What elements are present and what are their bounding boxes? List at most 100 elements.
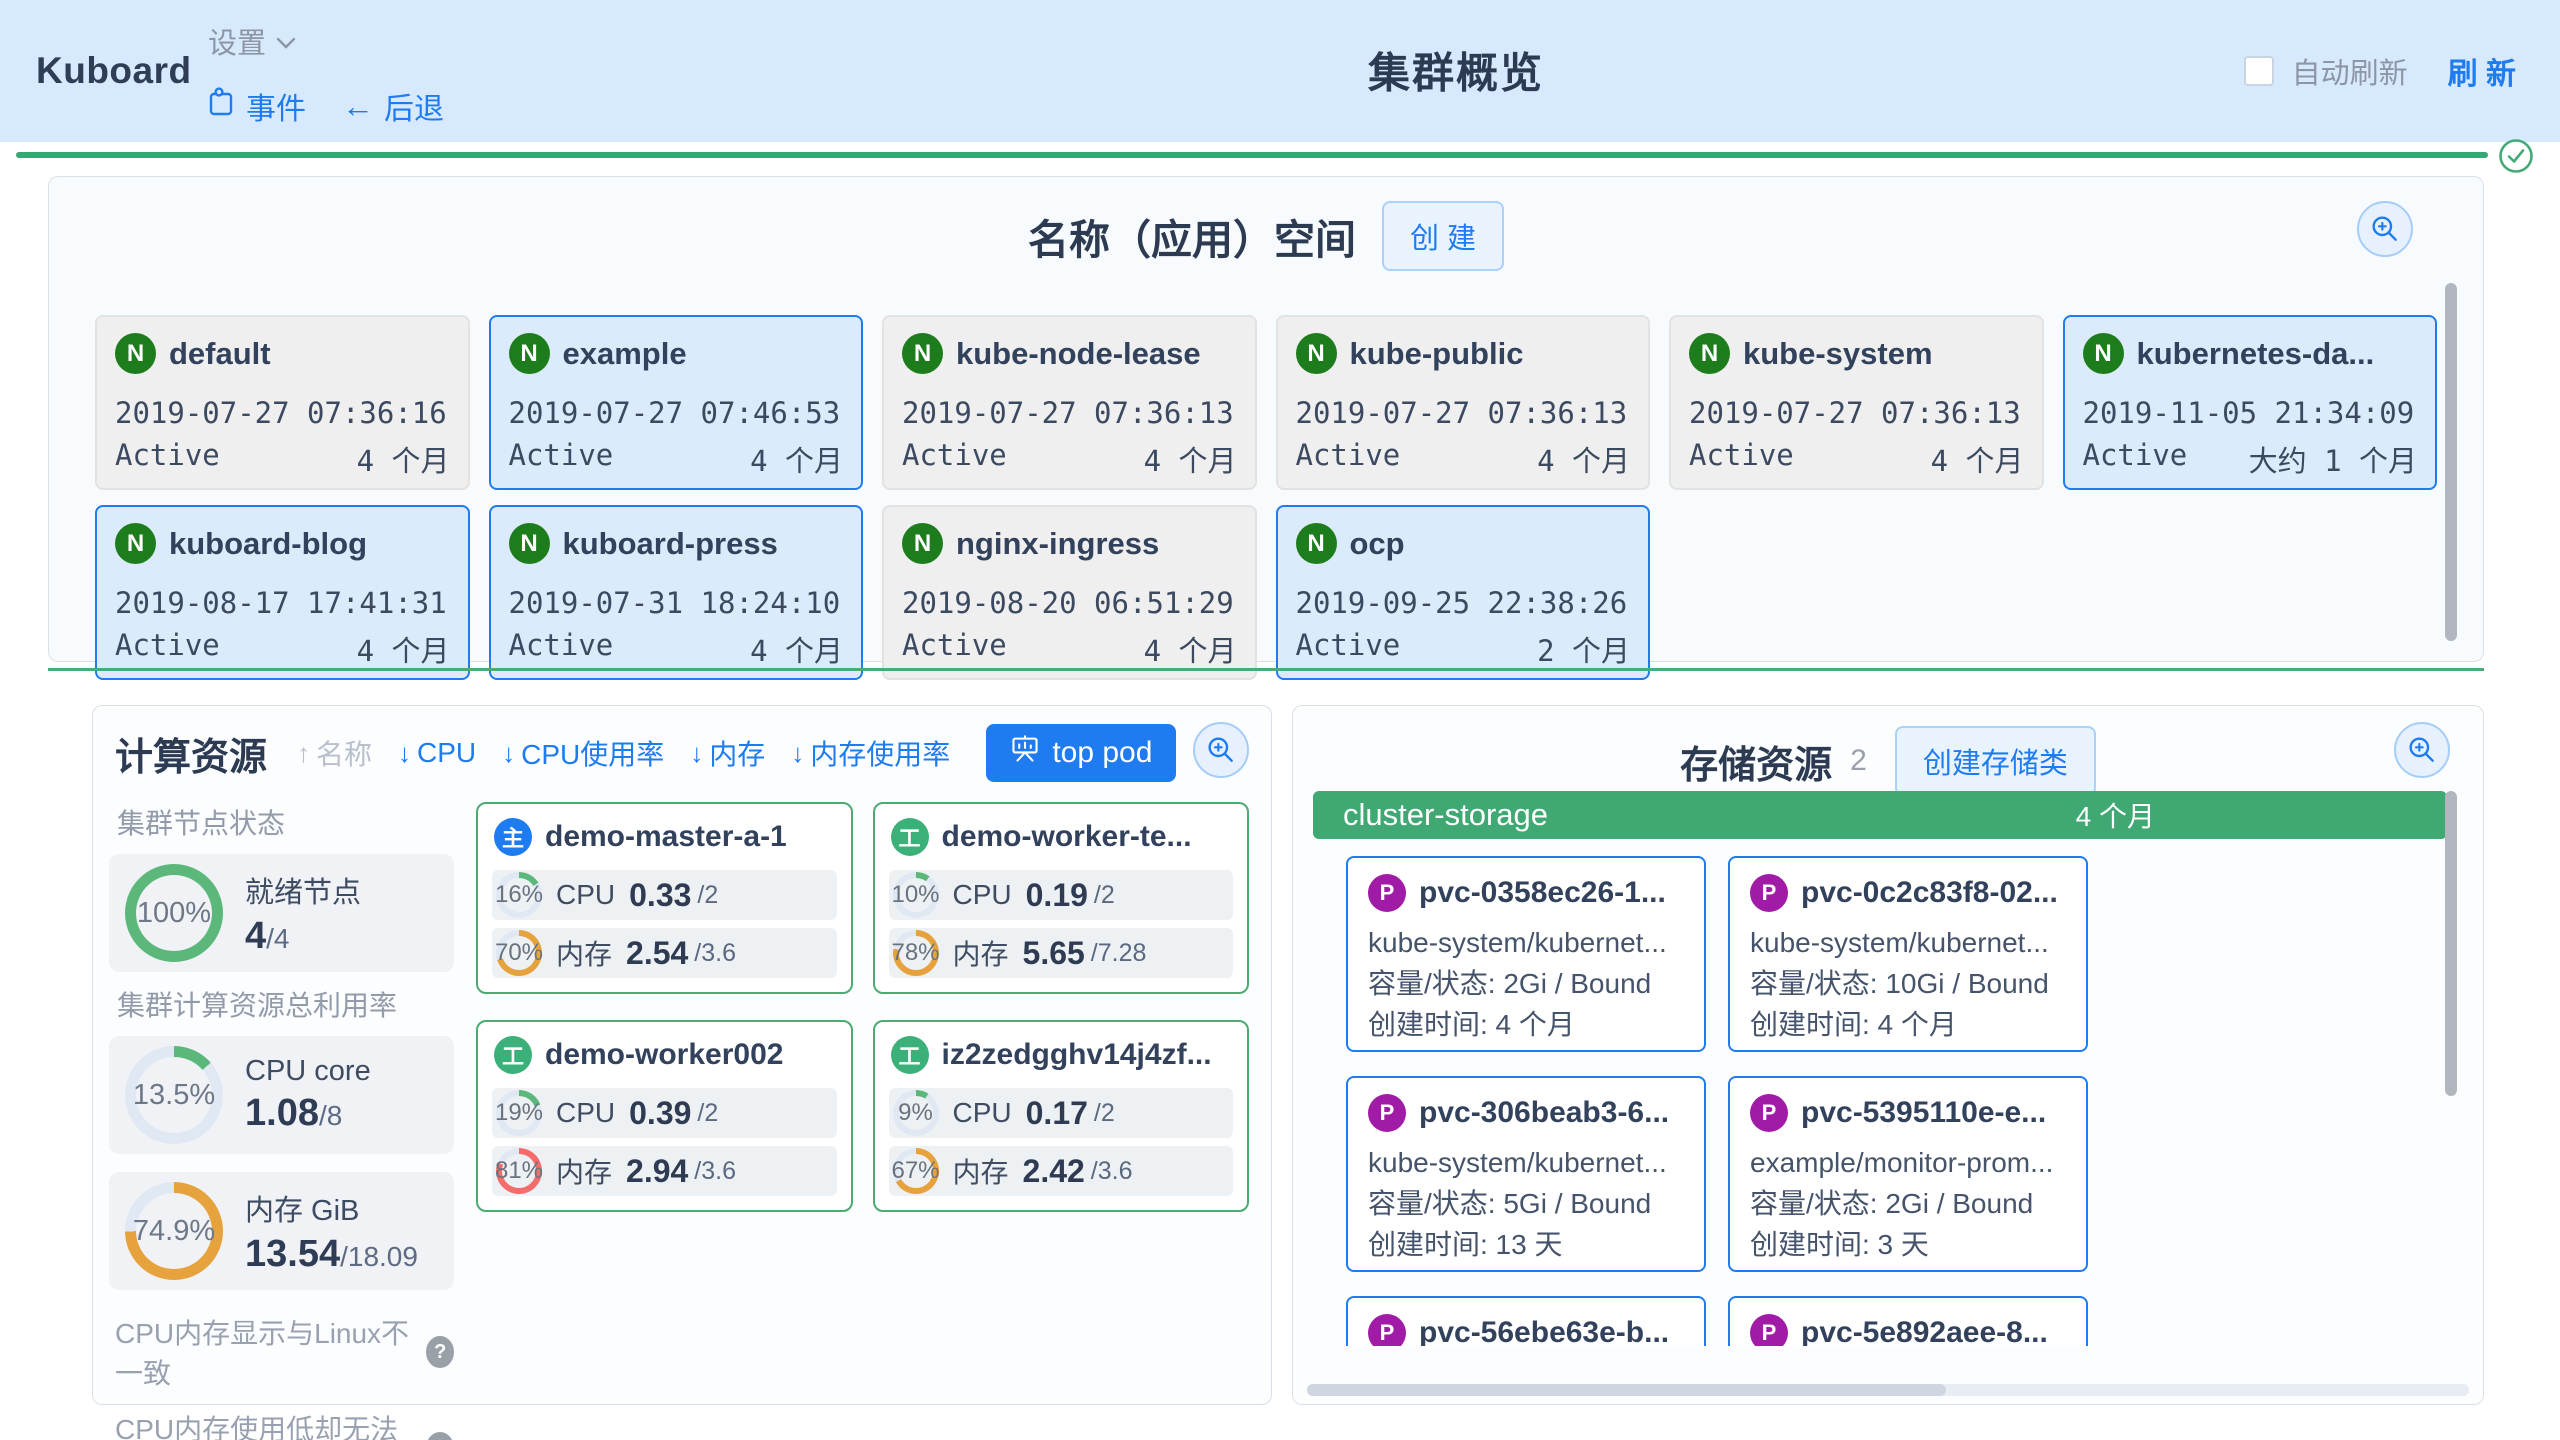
kuboard-logo[interactable]: Kuboard [36,50,192,92]
namespace-card[interactable]: Nocp 2019-09-25 22:38:26 Active2 个月 [1276,505,1651,680]
sort-down-icon: ↓ [502,738,515,769]
compute-zoom-button[interactable] [1193,722,1249,778]
sort-by-cpu[interactable]: ↓ CPU [398,737,476,769]
back-link[interactable]: ← 后退 [342,84,444,128]
node-memory-metric: 78% 内存 5.65 /7.28 [889,928,1234,978]
storage-scrollbar-horizontal[interactable] [1307,1384,2469,1396]
storage-zoom-button[interactable] [2394,722,2450,778]
namespaces-zoom-button[interactable] [2357,201,2413,257]
node-memory-metric: 67% 内存 2.42 /3.6 [889,1146,1234,1196]
settings-dropdown[interactable]: 设置 [208,20,444,62]
pvc-card[interactable]: Ppvc-0358ec26-1... kube-system/kubernet.… [1346,856,1706,1052]
namespace-card[interactable]: Nkubernetes-da... 2019-11-05 21:34:09 Ac… [2063,315,2438,490]
cpu-ring: 9% [893,1090,939,1136]
header-nav: 设置 事件 ← 后退 [208,20,444,128]
namespace-created: 2019-11-05 21:34:09 [2083,396,2418,430]
ready-nodes-total: /4 [266,923,289,954]
namespace-age: 4 个月 [1144,628,1237,670]
footnote-text: CPU内存使用低却无法调度 [115,1408,416,1440]
metric-value: 0.19 [1026,877,1088,914]
namespace-card[interactable]: Nkuboard-press 2019-07-31 18:24:10 Activ… [489,505,864,680]
pvc-card[interactable]: Ppvc-0c2c83f8-02... kube-system/kubernet… [1728,856,2088,1052]
namespace-age: 大约 1 个月 [2249,438,2417,480]
pvc-capacity: 容量/状态: 5Gi / Bound [1368,1183,1684,1224]
auto-refresh-checkbox[interactable] [2244,56,2274,86]
namespace-age: 2 个月 [1537,628,1630,670]
events-link[interactable]: 事件 [208,84,306,128]
namespace-name: ocp [1350,526,1405,562]
namespace-created: 2019-07-27 07:36:13 [1689,396,2024,430]
metric-value: 0.33 [629,877,691,914]
create-storage-class-button[interactable]: 创建存储类 [1895,726,2096,796]
node-card[interactable]: 工iz2zedgghv14j4zf... 9% CPU 0.17 /2 67% … [873,1020,1250,1212]
create-namespace-button[interactable]: 创 建 [1382,201,1504,271]
metric-label: 内存 [556,933,612,973]
metric-total: /2 [1094,881,1115,910]
namespace-card[interactable]: Nkube-node-lease 2019-07-27 07:36:13 Act… [882,315,1257,490]
metric-value: 0.39 [629,1095,691,1132]
cpu-utilization-total: /8 [319,1100,342,1131]
pvc-source: kube-system/kubernet... [1368,1142,1684,1183]
sort-by-cpu-usage[interactable]: ↓ CPU使用率 [502,733,664,773]
node-card[interactable]: 主demo-master-a-1 16% CPU 0.33 /2 70% 内存 … [476,802,853,994]
metric-total: /7.28 [1091,939,1147,968]
metric-label: CPU [953,879,1012,911]
namespaces-panel: 名称（应用）空间 创 建 Ndefault 2019-07-27 07:36:1… [48,176,2484,662]
namespace-icon: N [2083,333,2124,374]
help-icon[interactable]: ? [426,1336,454,1368]
metric-label: 内存 [953,1151,1009,1191]
namespace-age: 4 个月 [1537,438,1630,480]
pvc-card[interactable]: Ppvc-56ebe63e-b... kube-system/kubernet.… [1346,1296,1706,1346]
cpu-ring: 16% [496,872,542,918]
namespace-card[interactable]: Nnginx-ingress 2019-08-20 06:51:29 Activ… [882,505,1257,680]
pvc-card[interactable]: Ppvc-5e892aee-8... example/monitor-prom.… [1728,1296,2088,1346]
pvc-card[interactable]: Ppvc-5395110e-e... example/monitor-prom.… [1728,1076,2088,1272]
storage-scrollbar-vertical[interactable] [2445,791,2457,1096]
master-node-icon: 主 [494,818,532,856]
node-memory-metric: 81% 内存 2.94 /3.6 [492,1146,837,1196]
node-memory-metric: 70% 内存 2.54 /3.6 [492,928,837,978]
worker-node-icon: 工 [891,818,929,856]
storage-title: 存储资源 [1680,734,1832,789]
compute-title: 计算资源 [115,726,267,781]
namespace-card[interactable]: Nexample 2019-07-27 07:46:53 Active4 个月 [489,315,864,490]
namespace-card[interactable]: Nkube-system 2019-07-27 07:36:13 Active4… [1669,315,2044,490]
sort-by-memory[interactable]: ↓ 内存 [690,733,765,773]
node-card[interactable]: 工demo-worker-te... 10% CPU 0.19 /2 78% 内… [873,802,1250,994]
namespace-icon: N [509,523,550,564]
namespace-name: kube-system [1743,336,1933,372]
namespace-card[interactable]: Nkuboard-blog 2019-08-17 17:41:31 Active… [95,505,470,680]
namespace-status: Active [902,628,1007,670]
metric-label: CPU [556,879,615,911]
node-name: demo-worker002 [545,1038,783,1072]
pvc-card[interactable]: Ppvc-306beab3-6... kube-system/kubernet.… [1346,1076,1706,1272]
sort-by-name[interactable]: ↑ 名称 [297,733,372,773]
compute-panel-header: 计算资源 ↑ 名称 ↓ CPU ↓ CPU使用率 ↓ 内存 ↓ 内存使用率 [93,706,1271,782]
sort-by-memory-usage[interactable]: ↓ 内存使用率 [791,733,950,773]
refresh-button[interactable]: 刷 新 [2448,49,2516,93]
namespace-name: kube-node-lease [956,336,1201,372]
namespace-name: nginx-ingress [956,526,1159,562]
sort-label: 名称 [316,733,372,773]
footnote-text: CPU内存显示与Linux不一致 [115,1312,416,1392]
sort-down-icon: ↓ [690,738,703,769]
namespace-created: 2019-09-25 22:38:26 [1296,586,1631,620]
node-card[interactable]: 工demo-worker002 19% CPU 0.39 /2 81% 内存 2… [476,1020,853,1212]
namespace-status: Active [1296,438,1401,480]
memory-utilization-card: 74.9% 内存 GiB 13.54/18.09 [109,1172,454,1290]
pvc-name: pvc-0358ec26-1... [1419,876,1666,910]
memory-utilization-value: 13.54 [245,1233,340,1275]
worker-node-icon: 工 [494,1036,532,1074]
memory-ring: 78% [893,930,939,976]
namespace-icon: N [115,523,156,564]
namespace-card[interactable]: Nkube-public 2019-07-27 07:36:13 Active4… [1276,315,1651,490]
namespaces-scrollbar[interactable] [2445,283,2457,641]
help-icon[interactable]: ? [426,1432,454,1440]
node-cpu-metric: 10% CPU 0.19 /2 [889,870,1234,920]
node-name: iz2zedgghv14j4zf... [942,1038,1212,1072]
storage-class-bar[interactable]: cluster-storage 4 个月 [1313,791,2447,839]
namespace-card[interactable]: Ndefault 2019-07-27 07:36:16 Active4 个月 [95,315,470,490]
pvc-icon: P [1750,874,1788,912]
top-pod-button[interactable]: top pod [986,724,1176,782]
pvc-capacity: 容量/状态: 10Gi / Bound [1750,963,2066,1004]
